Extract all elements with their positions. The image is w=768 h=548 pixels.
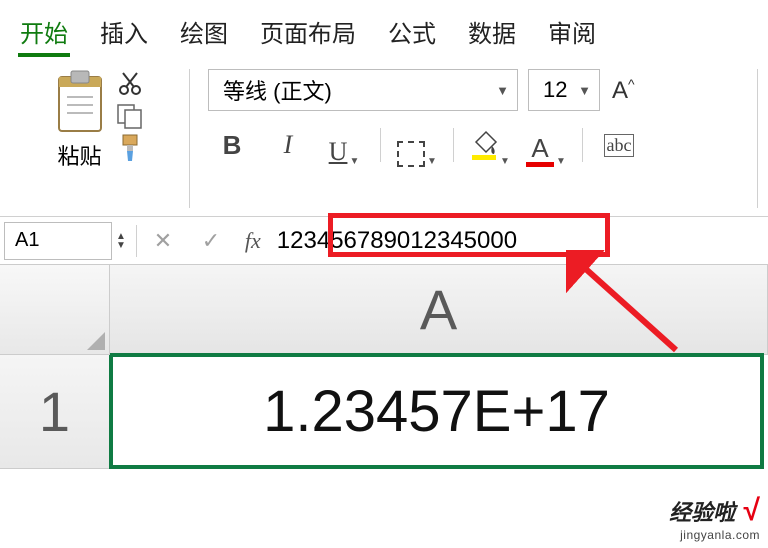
formula-value: 123456789012345000 [277, 227, 517, 255]
border-button[interactable]: ▼ [397, 123, 437, 167]
underline-button[interactable]: U ▼ [324, 123, 364, 167]
clipboard-icon [53, 69, 107, 135]
clipboard-group: 粘贴 [10, 69, 190, 208]
select-all-corner[interactable] [0, 265, 110, 355]
fill-color-button[interactable]: ▼ [470, 123, 510, 167]
tab-home[interactable]: 开始 [18, 8, 70, 57]
name-box[interactable]: A1 [4, 222, 112, 260]
paint-bucket-icon [470, 130, 498, 167]
font-size-value: 12 [543, 77, 567, 103]
watermark-text: 经验啦 [669, 500, 735, 525]
tab-draw[interactable]: 绘图 [178, 8, 230, 57]
chevron-down-icon: ▼ [116, 241, 126, 250]
increase-font-button[interactable]: A^ [610, 72, 637, 109]
phonetic-guide-button[interactable]: abc [599, 123, 639, 167]
chevron-down-icon: ▼ [500, 156, 510, 167]
format-painter-button[interactable] [113, 133, 147, 163]
ribbon-tabs: 开始 插入 绘图 页面布局 公式 数据 审阅 [0, 0, 768, 57]
check-icon: ✓ [202, 228, 220, 254]
column-header-A[interactable]: A [110, 265, 768, 355]
x-icon: ✕ [154, 228, 172, 254]
formula-bar-row: A1 ▲ ▼ ✕ ✓ fx 123456789012345000 [0, 217, 768, 265]
font-name-value: 等线 (正文) [223, 74, 332, 106]
italic-button[interactable]: I [268, 123, 308, 167]
tab-review[interactable]: 审阅 [546, 8, 598, 57]
checkmark-icon: √ [744, 494, 760, 527]
border-icon [397, 141, 425, 167]
font-color-button[interactable]: A ▼ [526, 123, 566, 167]
formula-bar-input[interactable]: 123456789012345000 [271, 222, 768, 260]
paste-label: 粘贴 [57, 139, 101, 171]
copy-button[interactable] [113, 101, 147, 131]
chevron-down-icon: ▼ [496, 83, 509, 98]
phonetic-icon: abc [604, 134, 635, 157]
cell-A1[interactable]: 1.23457E+17 [109, 353, 764, 469]
chevron-down-icon: ▼ [427, 156, 437, 167]
paste-button[interactable]: 粘贴 [53, 69, 107, 171]
watermark: 经验啦 √ jingyanla.com [669, 494, 760, 542]
cut-button[interactable] [113, 69, 147, 99]
font-name-select[interactable]: 等线 (正文) ▼ [208, 69, 518, 111]
font-group: 等线 (正文) ▼ 12 ▼ A^ B I U ▼ ▼ [190, 69, 758, 208]
chevron-down-icon: ▼ [556, 156, 566, 167]
scissors-icon [117, 71, 143, 97]
fx-label[interactable]: fx [245, 228, 261, 254]
tab-pagelayout[interactable]: 页面布局 [258, 8, 358, 57]
name-box-spinner[interactable]: ▲ ▼ [112, 230, 130, 252]
enter-formula-button[interactable]: ✓ [187, 228, 235, 254]
spreadsheet-grid: A 1 1.23457E+17 [0, 265, 768, 469]
cell-reference: A1 [15, 229, 39, 252]
format-painter-icon [117, 133, 143, 163]
row-header-1[interactable]: 1 [0, 355, 110, 469]
watermark-url: jingyanla.com [669, 528, 760, 542]
underline-icon: U [329, 137, 348, 167]
font-size-select[interactable]: 12 ▼ [528, 69, 600, 111]
tab-data[interactable]: 数据 [466, 8, 518, 57]
cancel-formula-button[interactable]: ✕ [139, 228, 187, 254]
chevron-down-icon: ▼ [349, 156, 359, 167]
tab-formulas[interactable]: 公式 [386, 8, 438, 57]
copy-icon [116, 103, 144, 129]
tab-insert[interactable]: 插入 [98, 8, 150, 57]
font-color-icon: A [526, 133, 554, 167]
ribbon: 粘贴 [0, 57, 768, 217]
chevron-down-icon: ▼ [578, 83, 591, 98]
bold-button[interactable]: B [212, 123, 252, 167]
